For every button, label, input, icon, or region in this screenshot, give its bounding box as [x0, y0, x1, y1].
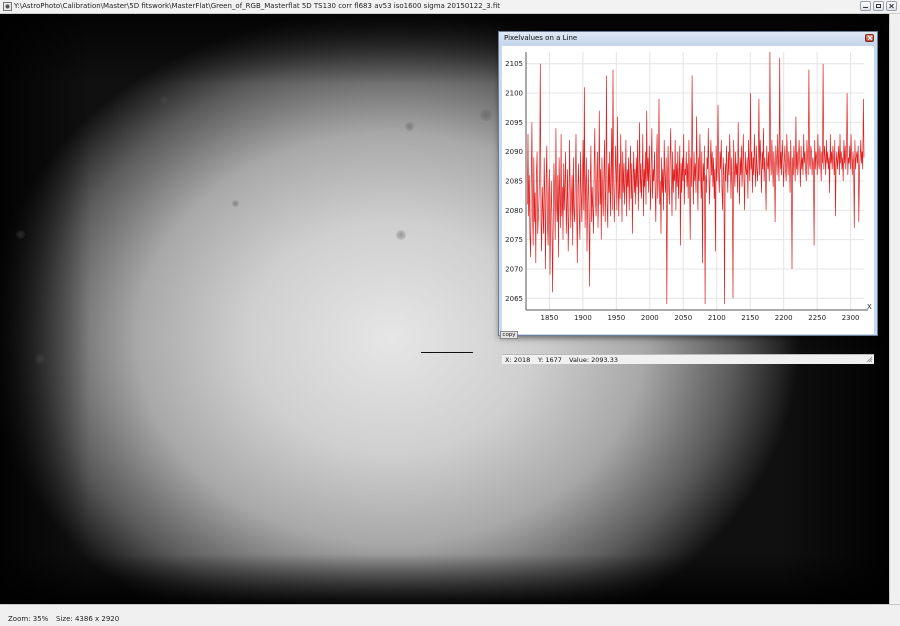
plot-area: 2065 2070 2075 2080 2085 2090 2095 2100 2105 1850… [502, 46, 874, 334]
minimize-button[interactable] [860, 1, 871, 11]
x-tick-label: 2250 [808, 314, 826, 322]
dust-spot [160, 96, 168, 104]
zoom-level: Zoom: 35% [8, 615, 49, 623]
image-size: Size: 4386 x 2920 [56, 615, 120, 623]
y-tick-label: 2100 [505, 90, 523, 98]
y-tick-label: 2095 [505, 119, 523, 127]
x-tick-label: 2100 [708, 314, 726, 322]
x-tick-label: 1900 [574, 314, 592, 322]
vertical-scrollbar[interactable] [889, 14, 900, 604]
y-tick-label: 2070 [505, 265, 523, 273]
status-bar: Zoom: 35% Size: 4386 x 2920 [0, 604, 900, 626]
close-icon [867, 35, 873, 41]
y-tick-label: 2065 [505, 295, 523, 303]
readout-value: Value: 2093.33 [569, 356, 618, 364]
readout-x: X: 2018 [505, 356, 531, 364]
dust-spot [396, 230, 406, 240]
plot-titlebar[interactable]: Pixelvalues on a Line [499, 32, 877, 45]
x-tick-label: 2300 [842, 314, 860, 322]
y-tick-label: 2085 [505, 178, 523, 186]
y-tick-label: 2075 [505, 236, 523, 244]
y-tick-label: 2090 [505, 148, 523, 156]
copy-button[interactable]: copy [500, 331, 518, 339]
plot-readout: X: 2018 Y: 1677 Value: 2093.33 [502, 354, 874, 364]
plot-close-button[interactable] [865, 34, 874, 42]
x-tick-label: 2150 [741, 314, 759, 322]
x-tick-label: 2200 [775, 314, 793, 322]
app-icon [3, 2, 12, 11]
measurement-line[interactable] [421, 352, 473, 353]
resize-grip-icon[interactable] [866, 356, 873, 363]
restore-button[interactable] [873, 1, 884, 11]
dust-spot [16, 230, 25, 239]
dust-spot [480, 109, 492, 121]
x-axis-marker: X [867, 303, 872, 311]
plot-window-title: Pixelvalues on a Line [504, 34, 578, 42]
x-tick-label: 1950 [607, 314, 625, 322]
readout-y: Y: 1677 [538, 356, 562, 364]
y-tick-label: 2080 [505, 207, 523, 215]
dust-spot [405, 122, 414, 131]
window-controls [860, 1, 897, 11]
window-titlebar: Y:\AstroPhoto\Calibration\Master\5D fits… [0, 0, 900, 14]
close-button[interactable] [886, 1, 897, 11]
dust-spot [35, 354, 45, 364]
restore-icon [876, 4, 881, 8]
close-icon [889, 3, 894, 9]
x-tick-label: 2050 [674, 314, 692, 322]
y-tick-label: 2105 [505, 60, 523, 68]
x-tick-label: 1850 [541, 314, 559, 322]
series-line [526, 51, 865, 305]
pixel-profile-window[interactable]: Pixelvalues on a Line 2065 2070 2075 2080 20… [498, 31, 878, 364]
minimize-icon [863, 7, 868, 8]
window-title: Y:\AstroPhoto\Calibration\Master\5D fits… [14, 2, 500, 10]
pixel-profile-chart: 2065 2070 2075 2080 2085 2090 2095 2100 2105 1850… [505, 51, 872, 322]
x-tick-label: 2000 [641, 314, 659, 322]
dust-spot [232, 200, 239, 207]
